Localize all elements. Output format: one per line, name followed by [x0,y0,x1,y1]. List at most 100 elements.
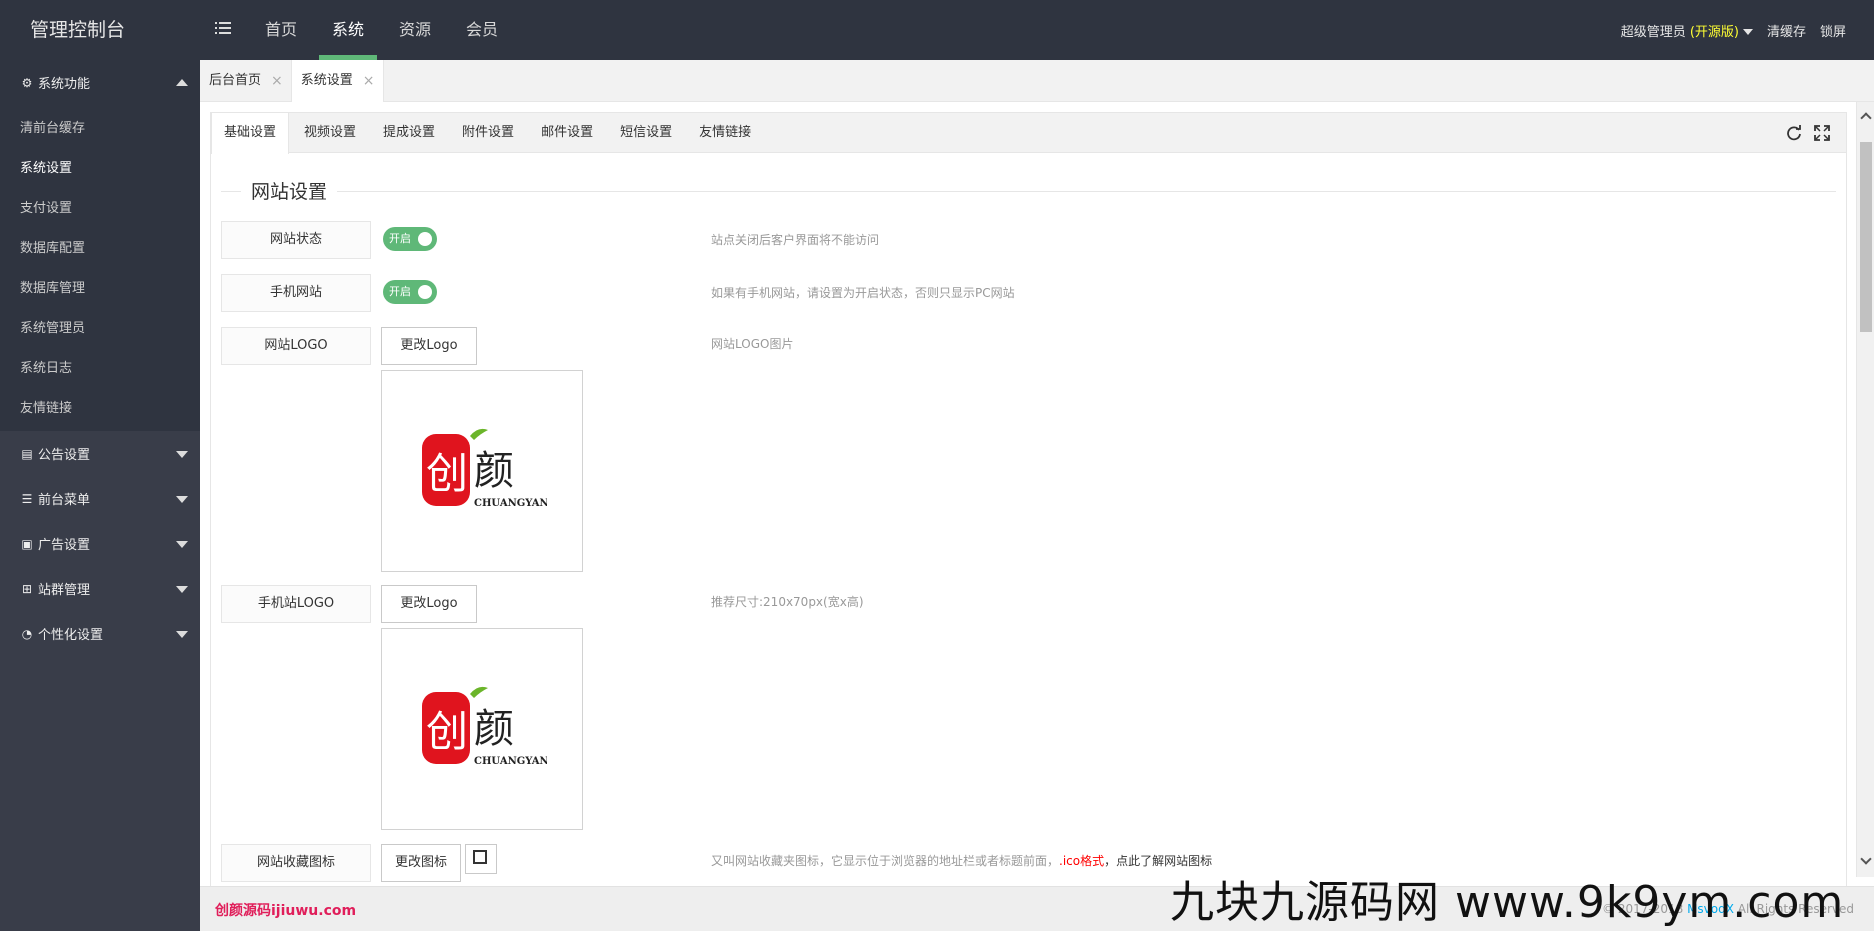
svg-text:颜: 颜 [474,706,514,752]
sidebar-group-label: 站群管理 [38,583,91,598]
sidebar-item-links[interactable]: 友情链接 [0,389,200,429]
sidebar-item-db-config[interactable]: 数据库配置 [0,229,200,269]
main-content: 基础设置 视频设置 提成设置 附件设置 邮件设置 短信设置 友情链接 网站设置 … [200,102,1855,902]
svg-text:CHUANGYAN: CHUANGYAN [474,498,547,509]
top-bar: 管理控制台 首页 系统 资源 会员 超级管理员 (开源版) 清缓存 锁屏 [0,0,1874,60]
chevron-up-icon [176,79,188,86]
page-tab-system-settings[interactable]: 系统设置 × [291,60,384,102]
edition-label: (开源版) [1689,24,1739,40]
fullscreen-icon[interactable] [1812,123,1832,143]
image-icon: ▣ [21,536,33,551]
field-hint: 如果有手机网站，请设置为开启状态，否则只显示PC网站 [711,286,1015,300]
top-right-menu: 超级管理员 (开源版) 清缓存 锁屏 [1607,0,1846,60]
site-status-switch[interactable]: 开启 [383,227,437,251]
sidebar-item-db-manage[interactable]: 数据库管理 [0,269,200,309]
nav-resource[interactable]: 资源 [386,0,444,60]
footer-site-name: 创颜源码ijiuwu.com [215,903,357,919]
brand-logo-image: 创 颜 CHUANGYAN [422,428,547,509]
card-tools [1776,123,1832,143]
sidebar-group-personalize[interactable]: ◔ 个性化设置 [0,611,200,656]
sidebar-group-label: 公告设置 [38,448,91,463]
book-icon: ▤ [21,446,33,461]
change-logo-button[interactable]: 更改Logo [381,327,477,365]
nav-home[interactable]: 首页 [252,0,310,60]
clear-cache-link[interactable]: 清缓存 [1767,21,1806,40]
chevron-down-icon [176,496,188,503]
mobile-logo-preview: 创 颜 CHUANGYAN [381,628,583,830]
field-hint: 站点关闭后客户界面将不能访问 [711,233,880,247]
brand-logo-image: 创 颜 CHUANGYAN [422,686,547,767]
sidebar-item-system-settings[interactable]: 系统设置 [0,149,200,189]
switch-knob [418,232,432,246]
user-name: 超级管理员 [1620,24,1686,40]
field-label: 手机网站 [221,274,371,312]
sidebar-group-site-cluster[interactable]: ⊞ 站群管理 [0,566,200,611]
brand-title: 管理控制台 [30,19,126,41]
sidebar-item-clear-cache[interactable]: 清前台缓存 [0,109,200,149]
sidebar-group-system[interactable]: ⚙ 系统功能 [0,60,200,105]
sitemap-icon: ⊞ [21,581,33,596]
field-mobile-site: 手机网站 开启 如果有手机网站，请设置为开启状态，否则只显示PC网站 [221,274,1821,312]
sidebar-group-notice[interactable]: ▤ 公告设置 [0,431,200,476]
favicon-icon [473,850,487,864]
field-label: 网站收藏图标 [221,844,371,882]
scroll-up-icon[interactable] [1860,112,1872,124]
dashboard-icon: ◔ [21,626,33,641]
nav-system[interactable]: 系统 [319,0,378,60]
lock-screen-link[interactable]: 锁屏 [1820,21,1846,40]
close-icon[interactable]: × [363,60,375,102]
close-icon[interactable]: × [271,60,283,102]
switch-knob [418,285,432,299]
favicon-preview [465,844,497,874]
switch-label: 开启 [389,285,411,298]
tab-commission[interactable]: 提成设置 [371,113,447,153]
switch-label: 开启 [389,232,411,245]
field-hint: 网站LOGO图片 [711,337,794,351]
settings-card: 基础设置 视频设置 提成设置 附件设置 邮件设置 短信设置 友情链接 网站设置 … [210,112,1847,902]
tab-sms[interactable]: 短信设置 [608,113,684,153]
nav-member[interactable]: 会员 [453,0,511,60]
refresh-icon[interactable] [1784,123,1804,143]
sidebar-group-label: 个性化设置 [38,628,104,643]
scroll-down-icon[interactable] [1860,853,1872,865]
tab-links[interactable]: 友情链接 [687,113,763,153]
page-tab-home[interactable]: 后台首页 × [200,60,292,102]
svg-text:创: 创 [426,449,468,498]
sidebar-group-label: 系统功能 [38,77,91,92]
list-icon: ☰ [21,491,33,506]
favicon-hint-text: 又叫网站收藏夹图标，它显示位于浏览器的地址栏或者标题前面， [711,854,1060,868]
svg-text:CHUANGYAN: CHUANGYAN [474,756,547,767]
sidebar-item-logs[interactable]: 系统日志 [0,349,200,389]
gear-icon: ⚙ [21,75,33,90]
page-tabs-bar: 后台首页 × 系统设置 × [200,60,1874,102]
sidebar-group-front-menu[interactable]: ☰ 前台菜单 [0,476,200,521]
field-label: 网站LOGO [221,327,371,365]
chevron-down-icon [176,451,188,458]
mobile-site-switch[interactable]: 开启 [383,280,437,304]
menu-toggle-icon[interactable] [215,20,233,36]
page-scrollbar[interactable] [1856,102,1874,877]
sidebar-submenu: 清前台缓存 系统设置 支付设置 数据库配置 数据库管理 系统管理员 系统日志 友… [0,105,200,431]
field-hint: 推荐尺寸:210x70px(宽x高) [711,595,864,609]
change-favicon-button[interactable]: 更改图标 [381,844,461,882]
tab-basic[interactable]: 基础设置 [211,113,290,154]
sidebar-item-payment[interactable]: 支付设置 [0,189,200,229]
top-nav: 首页 系统 资源 会员 [252,0,520,60]
field-label: 手机站LOGO [221,585,371,623]
user-menu[interactable]: 超级管理员 (开源版) [1621,21,1753,40]
page-tab-label: 系统设置 [300,73,353,88]
tab-video[interactable]: 视频设置 [292,113,368,153]
chevron-down-icon [176,541,188,548]
tab-email[interactable]: 邮件设置 [529,113,605,153]
change-mobile-logo-button[interactable]: 更改Logo [381,585,477,623]
scrollbar-thumb[interactable] [1860,142,1872,332]
field-mobile-logo: 手机站LOGO 更改Logo 推荐尺寸:210x70px(宽x高) 创 颜 CH… [221,585,1821,830]
sidebar-item-admins[interactable]: 系统管理员 [0,309,200,349]
sidebar-group-label: 广告设置 [38,538,91,553]
field-label: 网站状态 [221,221,371,259]
sidebar: ⚙ 系统功能 清前台缓存 系统设置 支付设置 数据库配置 数据库管理 系统管理员… [0,60,200,931]
sidebar-group-ads[interactable]: ▣ 广告设置 [0,521,200,566]
tab-attachment[interactable]: 附件设置 [450,113,526,153]
svg-text:颜: 颜 [474,448,514,494]
field-hint: 又叫网站收藏夹图标，它显示位于浏览器的地址栏或者标题前面，.ico格式，点此了解… [711,852,1212,869]
